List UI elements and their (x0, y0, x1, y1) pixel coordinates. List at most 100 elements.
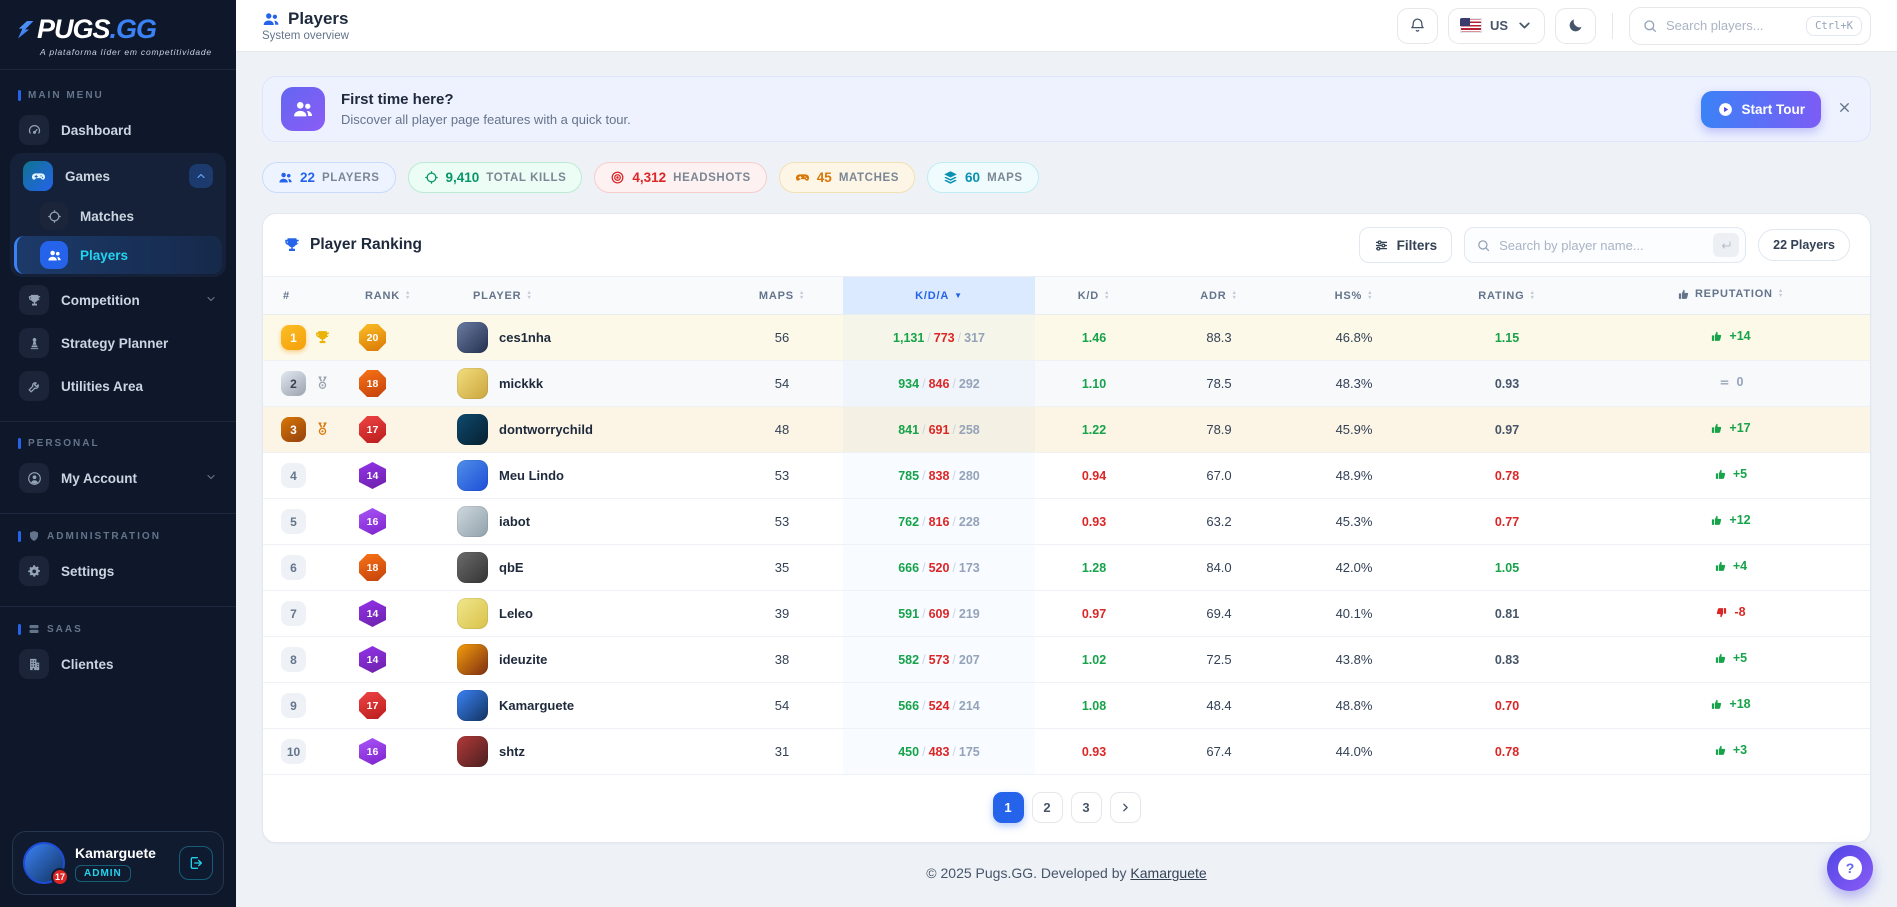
maps-value: 31 (721, 729, 843, 775)
avatar (457, 368, 488, 399)
crosshair-icon (40, 202, 68, 230)
stat-matches: 45MATCHES (779, 162, 915, 193)
sidebar-item-competition[interactable]: Competition (10, 280, 226, 320)
building-icon (19, 649, 49, 679)
players-icon (262, 10, 280, 28)
sidebar-item-dashboard[interactable]: Dashboard (10, 110, 226, 150)
maps-value: 35 (721, 545, 843, 591)
table-row[interactable]: 5 16 iabot 53 762/816/228 0.93 63.2 45.3… (263, 499, 1870, 545)
player-name[interactable]: Meu Lindo (499, 468, 564, 483)
sidebar-item-my-account[interactable]: My Account (10, 458, 226, 498)
player-name[interactable]: ideuzite (499, 652, 547, 667)
adr-value: 78.5 (1153, 361, 1285, 407)
sidebar-nav: MAIN MENU Dashboard Games Matches Player… (0, 70, 236, 821)
trophy-icon (19, 285, 49, 315)
reputation-value: +18 (1591, 683, 1870, 729)
users-icon (40, 241, 68, 269)
player-name[interactable]: ces1nha (499, 330, 551, 345)
logo[interactable]: PUGS.GG A plataforma líder em competitiv… (0, 0, 236, 70)
sidebar-item-strategy-planner[interactable]: Strategy Planner (10, 323, 226, 363)
chevron-up-icon[interactable] (189, 164, 213, 188)
hs-value: 48.3% (1285, 361, 1423, 407)
player-name[interactable]: iabot (499, 514, 530, 529)
hs-value: 45.3% (1285, 499, 1423, 545)
sidebar-section-administration: ADMINISTRATION Settings (0, 513, 236, 600)
col-pos: # (263, 277, 345, 315)
start-tour-button[interactable]: Start Tour (1701, 91, 1822, 128)
col-k-d-a[interactable]: K/D/A ▼ (843, 277, 1035, 315)
global-search-input[interactable] (1666, 18, 1798, 33)
player-name[interactable]: mickkk (499, 376, 543, 391)
filters-button[interactable]: Filters (1359, 227, 1453, 263)
page-3-button[interactable]: 3 (1071, 792, 1102, 823)
player-name[interactable]: Kamarguete (499, 698, 574, 713)
locale-dropdown[interactable]: US (1448, 8, 1545, 44)
table-row[interactable]: 8 14 ideuzite 38 582/573/207 1.02 72.5 4… (263, 637, 1870, 683)
table-row[interactable]: 4 14 Meu Lindo 53 785/838/280 0.94 67.0 … (263, 453, 1870, 499)
player-search[interactable] (1464, 227, 1746, 263)
rank-badge: 18 (359, 370, 386, 397)
avatar (457, 690, 488, 721)
table-row[interactable]: 10 16 shtz 31 450/483/175 0.93 67.4 44.0… (263, 729, 1870, 775)
hs-value: 43.8% (1285, 637, 1423, 683)
layers-icon (943, 170, 958, 185)
col-rating[interactable]: RATING ▲▼ (1423, 277, 1591, 315)
section-label: SAAS (0, 615, 236, 641)
col-rank[interactable]: RANK ▲▼ (345, 277, 453, 315)
logout-button[interactable] (179, 846, 213, 880)
page-1-button[interactable]: 1 (993, 792, 1024, 823)
locale-label: US (1490, 18, 1508, 33)
table-row[interactable]: 9 17 Kamarguete 54 566/524/214 1.08 48.4… (263, 683, 1870, 729)
player-name[interactable]: qbE (499, 560, 524, 575)
kd-value: 1.46 (1035, 315, 1153, 361)
col-k-d[interactable]: K/D ▲▼ (1035, 277, 1153, 315)
position-badge: 8 (281, 647, 306, 672)
avatar (457, 460, 488, 491)
table-row[interactable]: 1 20 ces1nha 56 1,131/773/317 1.46 88.3 … (263, 315, 1870, 361)
next-page-button[interactable] (1110, 792, 1141, 823)
bell-icon (1409, 17, 1426, 34)
dark-mode-toggle[interactable] (1555, 8, 1596, 44)
sidebar-item-matches[interactable]: Matches (14, 197, 222, 235)
table-row[interactable]: 3 17 dontworrychild 48 841/691/258 1.22 … (263, 407, 1870, 453)
col-player[interactable]: PLAYER ▲▼ (453, 277, 721, 315)
gauge-icon (19, 115, 49, 145)
sidebar-item-players[interactable]: Players (14, 236, 222, 274)
player-name[interactable]: shtz (499, 744, 525, 759)
notifications-button[interactable] (1397, 8, 1438, 44)
footer-link[interactable]: Kamarguete (1130, 865, 1206, 881)
player-name[interactable]: dontworrychild (499, 422, 593, 437)
table-row[interactable]: 7 14 Leleo 39 591/609/219 0.97 69.4 40.1… (263, 591, 1870, 637)
player-search-input[interactable] (1499, 238, 1705, 253)
page-head: Players System overview (262, 9, 349, 42)
help-button[interactable]: ? (1827, 845, 1873, 891)
col-reputation[interactable]: REPUTATION ▲▼ (1591, 277, 1870, 315)
thumb-up-icon (1710, 698, 1723, 711)
rating-value: 0.78 (1423, 729, 1591, 775)
user-card[interactable]: 17 Kamarguete ADMIN (12, 831, 224, 895)
banner-title: First time here? (341, 91, 631, 108)
adr-value: 63.2 (1153, 499, 1285, 545)
page-2-button[interactable]: 2 (1032, 792, 1063, 823)
avatar (457, 644, 488, 675)
player-name[interactable]: Leleo (499, 606, 533, 621)
footer-text: © 2025 Pugs.GG. Developed by (926, 865, 1130, 881)
sidebar-item-clientes[interactable]: Clientes (10, 644, 226, 684)
table-row[interactable]: 2 18 mickkk 54 934/846/292 1.10 78.5 48.… (263, 361, 1870, 407)
position-badge: 10 (281, 739, 306, 764)
sidebar-item-games[interactable]: Games (14, 156, 222, 196)
hs-value: 44.0% (1285, 729, 1423, 775)
global-search[interactable]: Ctrl+K (1629, 7, 1871, 45)
avatar (457, 736, 488, 767)
col-hs[interactable]: HS% ▲▼ (1285, 277, 1423, 315)
tour-banner: First time here? Discover all player pag… (262, 76, 1871, 142)
table-row[interactable]: 6 18 qbE 35 666/520/173 1.28 84.0 42.0% … (263, 545, 1870, 591)
stats-row: 22PLAYERS 9,410TOTAL KILLS 4,312HEADSHOT… (262, 162, 1871, 193)
sidebar-item-settings[interactable]: Settings (10, 551, 226, 591)
col-maps[interactable]: MAPS ▲▼ (721, 277, 843, 315)
close-icon[interactable] (1837, 100, 1852, 118)
stat-players: 22PLAYERS (262, 162, 396, 193)
kda-value: 785/838/280 (843, 453, 1035, 499)
sidebar-item-utilities-area[interactable]: Utilities Area (10, 366, 226, 406)
col-adr[interactable]: ADR ▲▼ (1153, 277, 1285, 315)
